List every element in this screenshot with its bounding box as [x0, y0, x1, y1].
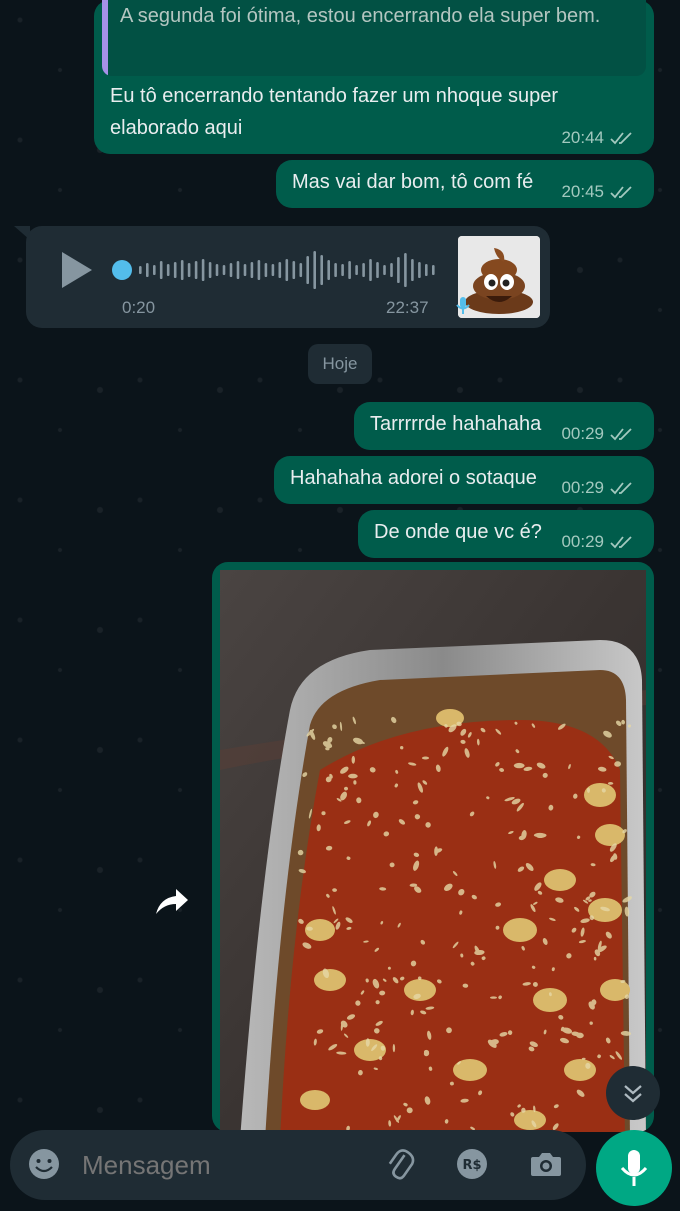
waveform-bar	[208, 262, 212, 278]
emoji-icon[interactable]	[26, 1146, 62, 1182]
waveform-bar	[278, 262, 282, 278]
message-bubble-outgoing[interactable]: A segunda foi ótima, estou encerrando el…	[94, 0, 654, 154]
cheese-flake	[406, 1107, 413, 1114]
waveform-bar	[194, 261, 198, 279]
read-ticks-icon	[610, 428, 632, 441]
waveform-bar	[341, 264, 344, 276]
waveform-bar	[222, 265, 226, 275]
svg-text:R$: R$	[462, 1158, 481, 1173]
waveform-bar	[187, 263, 191, 277]
message-time: 00:29	[561, 424, 604, 443]
waveform-bar	[334, 263, 337, 277]
waveform-bar	[173, 262, 177, 278]
message-input[interactable]	[82, 1150, 362, 1181]
waveform-bar	[285, 259, 289, 281]
waveform-bar	[320, 255, 323, 285]
message-bubble-outgoing[interactable]: Mas vai dar bom, tô com fé 20:45	[276, 160, 654, 208]
quoted-text: A segunda foi ótima, estou encerrando el…	[120, 5, 601, 27]
message-text: Mas vai dar bom, tô com fé	[292, 171, 534, 193]
gnocchi-photo	[220, 570, 646, 1132]
message-meta: 00:29	[561, 478, 636, 498]
waveform-bar	[292, 261, 296, 279]
mic-icon	[620, 1150, 648, 1186]
read-ticks-icon	[610, 536, 632, 549]
message-meta: 00:29	[561, 532, 636, 552]
message-bubble-outgoing[interactable]: De onde que vc é? 00:29	[358, 510, 654, 558]
play-icon[interactable]	[62, 252, 92, 288]
waveform-bar	[139, 266, 142, 274]
payment-icon[interactable]: R$	[454, 1146, 490, 1182]
cheese-flake	[513, 762, 525, 769]
waveform-bar	[306, 256, 309, 284]
message-time: 20:44	[561, 128, 604, 147]
mic-button[interactable]	[596, 1130, 672, 1206]
waveform-bar	[327, 260, 330, 280]
attach-icon[interactable]	[382, 1146, 418, 1182]
camera-icon[interactable]	[528, 1146, 564, 1182]
read-ticks-icon	[610, 186, 632, 199]
waveform-bar	[264, 263, 268, 277]
waveform-bar	[257, 260, 261, 280]
waveform-bar	[146, 263, 149, 277]
waveform-bar	[313, 251, 316, 289]
message-time: 00:29	[561, 478, 604, 497]
waveform-bar	[243, 264, 247, 276]
message-text: Eu tô encerrando tentando fazer um nhoqu…	[110, 85, 559, 139]
chevron-double-down-icon	[624, 1085, 642, 1103]
message-text: Tarrrrrde hahahaha	[370, 413, 542, 435]
message-meta: 20:45	[561, 182, 636, 202]
audio-duration: 0:20	[122, 298, 156, 317]
message-meta: 00:29	[561, 424, 636, 444]
quote-accent-bar	[102, 0, 108, 76]
message-composer[interactable]: R$	[10, 1130, 586, 1200]
waveform-bar	[250, 262, 254, 278]
waveform-bar	[411, 259, 414, 281]
waveform-bar	[432, 265, 435, 275]
waveform-bar	[355, 265, 358, 275]
waveform-bar	[404, 253, 407, 287]
waveform-bar	[271, 264, 275, 276]
voice-note-mic-icon	[456, 297, 470, 314]
waveform-bar	[369, 259, 372, 281]
waveform-bar	[397, 257, 400, 283]
waveform-bar	[159, 261, 163, 279]
audio-waveform[interactable]	[138, 248, 438, 292]
waveform-bar	[236, 261, 240, 279]
waveform-bar	[229, 263, 233, 277]
message-text: Hahahaha adorei o sotaque	[290, 467, 537, 489]
cheese-flake	[348, 773, 358, 779]
message-time: 00:29	[561, 532, 604, 551]
date-separator: Hoje	[308, 344, 372, 384]
waveform-bar	[376, 262, 379, 278]
message-time: 22:37	[386, 298, 429, 317]
scroll-to-bottom-button[interactable]	[606, 1066, 660, 1120]
message-meta: 20:44	[561, 128, 636, 148]
waveform-bar	[362, 263, 365, 277]
waveform-bar	[390, 263, 393, 277]
waveform-bar	[180, 260, 184, 280]
cheese-flake	[421, 756, 430, 760]
read-ticks-icon	[610, 132, 632, 145]
read-ticks-icon	[610, 482, 632, 495]
waveform-bar	[348, 261, 351, 279]
waveform-bar	[299, 263, 303, 277]
cheese-flake	[490, 996, 497, 999]
waveform-bar	[153, 265, 156, 275]
photo-message[interactable]	[212, 562, 654, 1132]
waveform-bar	[166, 264, 170, 276]
forward-icon[interactable]	[150, 880, 194, 924]
message-bubble-outgoing[interactable]: Tarrrrrde hahahaha 00:29	[354, 402, 654, 450]
message-text: De onde que vc é?	[374, 521, 542, 543]
waveform-bar	[215, 264, 219, 276]
waveform-bar	[201, 259, 205, 281]
waveform-bar	[418, 262, 421, 278]
audio-scrubber-handle[interactable]	[112, 260, 132, 280]
message-bubble-outgoing[interactable]: Hahahaha adorei o sotaque 00:29	[274, 456, 654, 504]
waveform-bar	[383, 265, 386, 275]
audio-message[interactable]: 0:20 22:37	[26, 226, 550, 328]
quoted-message[interactable]: A segunda foi ótima, estou encerrando el…	[102, 0, 646, 76]
waveform-bar	[425, 264, 428, 276]
photo-image[interactable]	[220, 570, 646, 1132]
message-time: 20:45	[561, 182, 604, 201]
